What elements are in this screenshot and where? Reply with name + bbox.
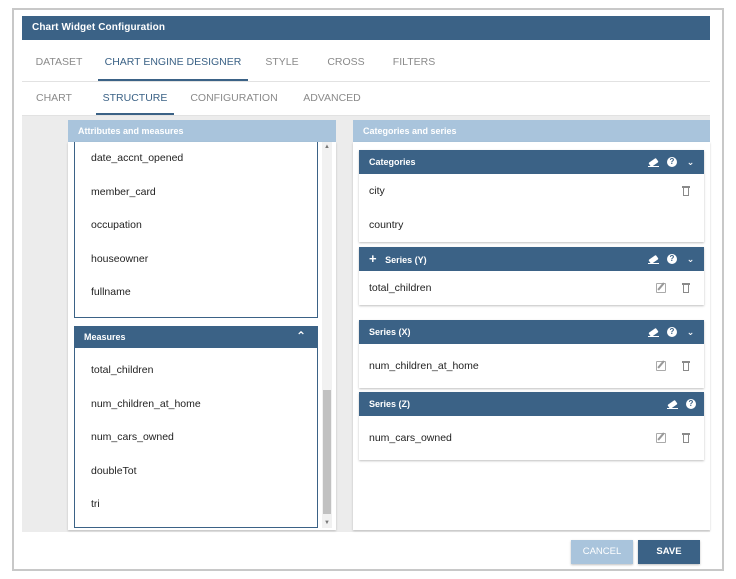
edit-icon[interactable] [656,361,666,371]
edit-icon[interactable] [656,283,666,293]
category-label: city [369,185,385,197]
series-x-title: Series (X) [369,327,411,337]
scrollbar-thumb[interactable] [323,390,331,514]
categories-title: Categories [369,157,416,167]
scrollbar[interactable]: ▲ ▼ [322,142,332,528]
tab-dataset[interactable]: DATASET [34,44,84,81]
eraser-icon[interactable] [648,254,659,265]
chevron-down-icon[interactable]: ⌄ [685,157,696,168]
help-icon[interactable]: ? [667,327,677,337]
categories-header: Categories ? ⌄ [359,150,704,174]
measure-item[interactable]: num_cars_owned [75,421,317,455]
tab-advanced[interactable]: ADVANCED [300,82,364,115]
series-row[interactable]: total_children [359,271,704,305]
attribute-item[interactable]: member_card [75,176,317,210]
attributes-list: date_accnt_opened member_card occupation… [74,142,318,318]
series-z-card: Series (Z) ? num_cars_owned [359,392,704,460]
categories-card: Categories ? ⌄ city country [359,150,704,242]
tab-chart-engine-designer-label: CHART ENGINE DESIGNER [104,56,242,68]
category-label: country [369,219,404,231]
active-subtab-underline [96,113,174,115]
tab-filters[interactable]: FILTERS [392,44,436,81]
help-icon[interactable]: ? [667,157,677,167]
attribute-item[interactable]: occupation [75,209,317,243]
series-row[interactable]: num_cars_owned [359,416,704,460]
scroll-up-arrow-icon[interactable]: ▲ [323,144,331,150]
series-label: num_children_at_home [369,360,479,372]
attribute-item[interactable]: date_accnt_opened [75,142,317,176]
chevron-up-icon[interactable]: ⌃ [296,329,306,343]
attributes-measures-header: Attributes and measures [68,120,336,142]
eraser-icon[interactable] [667,399,678,410]
measure-item[interactable]: num_children_at_home [75,388,317,422]
category-row[interactable]: country [359,208,704,242]
series-x-card: Series (X) ? ⌄ num_children_at_home [359,320,704,388]
trash-icon[interactable] [682,361,690,371]
sub-tabs: CHART STRUCTURE CONFIGURATION ADVANCED [22,82,710,116]
attributes-measures-panel: date_accnt_opened member_card occupation… [68,142,336,530]
help-icon[interactable]: ? [667,254,677,264]
trash-icon[interactable] [682,186,690,196]
help-icon[interactable]: ? [686,399,696,409]
active-tab-underline [98,79,248,81]
chevron-down-icon[interactable]: ⌄ [685,327,696,338]
tab-configuration[interactable]: CONFIGURATION [188,82,280,115]
tab-chart-engine-designer[interactable]: CHART ENGINE DESIGNER [98,44,248,81]
categories-series-panel: Categories ? ⌄ city country + Series (Y)… [353,142,710,530]
series-y-header: + Series (Y) ? ⌄ [359,247,704,271]
categories-series-header: Categories and series [353,120,710,142]
series-x-header: Series (X) ? ⌄ [359,320,704,344]
chart-widget-config-dialog: Chart Widget Configuration DATASET CHART… [12,8,724,571]
attribute-item[interactable]: fullname [75,276,317,310]
series-z-title: Series (Z) [369,399,411,409]
tab-cross[interactable]: CROSS [326,44,366,81]
scroll-down-arrow-icon[interactable]: ▼ [323,520,331,526]
attribute-item[interactable]: houseowner [75,243,317,277]
measures-list: total_children num_children_at_home num_… [74,348,318,528]
dialog-title: Chart Widget Configuration [22,16,710,40]
measure-item[interactable]: tri [75,488,317,522]
structure-content: Attributes and measures date_accnt_opene… [22,116,710,532]
main-tabs: DATASET CHART ENGINE DESIGNER STYLE CROS… [22,44,710,82]
eraser-icon[interactable] [648,327,659,338]
series-z-header: Series (Z) ? [359,392,704,416]
series-y-title: Series (Y) [385,255,427,265]
series-y-card: + Series (Y) ? ⌄ total_children [359,247,704,305]
trash-icon[interactable] [682,283,690,293]
chevron-down-icon[interactable]: ⌄ [685,254,696,265]
tab-style[interactable]: STYLE [262,44,302,81]
tab-chart[interactable]: CHART [34,82,74,115]
eraser-icon[interactable] [648,157,659,168]
tab-structure[interactable]: STRUCTURE [96,82,174,115]
tab-structure-label: STRUCTURE [102,92,168,104]
edit-icon[interactable] [656,433,666,443]
plus-icon[interactable]: + [369,251,377,266]
measure-item[interactable]: total_children [75,354,317,388]
series-label: total_children [369,282,432,294]
series-row[interactable]: num_children_at_home [359,344,704,388]
measures-header[interactable]: Measures ⌃ [74,326,318,348]
measures-title: Measures [84,332,126,342]
series-label: num_cars_owned [369,432,452,444]
trash-icon[interactable] [682,433,690,443]
save-button[interactable]: SAVE [638,540,700,564]
measure-item[interactable]: doubleTot [75,455,317,489]
cancel-button[interactable]: CANCEL [571,540,633,564]
category-row[interactable]: city [359,174,704,208]
